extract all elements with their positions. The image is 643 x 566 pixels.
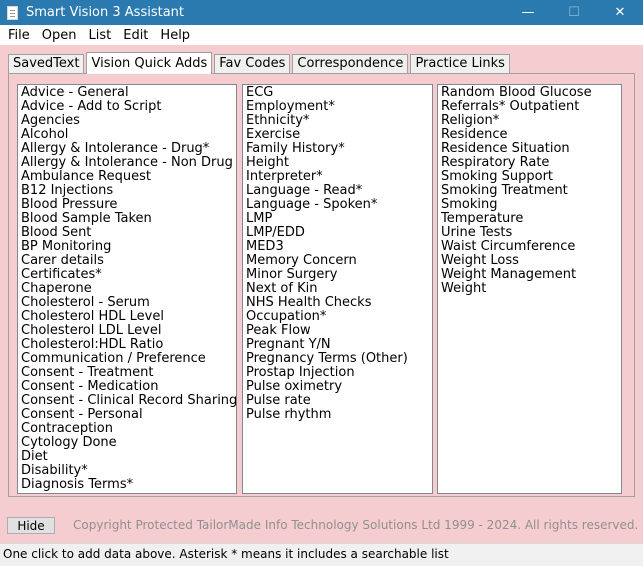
list-item[interactable]: Minor Surgery xyxy=(243,268,432,282)
close-icon[interactable]: ✕ xyxy=(597,0,643,25)
list-item[interactable]: Waist Circumference xyxy=(438,240,621,254)
list-item[interactable]: Pulse rhythm xyxy=(243,408,432,422)
list-item[interactable]: Memory Concern xyxy=(243,254,432,268)
list-item[interactable]: Disability* xyxy=(18,464,236,478)
list-item[interactable]: Cytology Done xyxy=(18,436,236,450)
list-item[interactable]: Ethnicity* xyxy=(243,114,432,128)
list-item[interactable]: Consent - Treatment xyxy=(18,366,236,380)
list-item[interactable]: BP Monitoring xyxy=(18,240,236,254)
menu-help[interactable]: Help xyxy=(154,28,196,43)
list-item[interactable]: Consent - Medication xyxy=(18,380,236,394)
list-item[interactable]: Smoking xyxy=(438,198,621,212)
list-item[interactable]: Consent - Clinical Record Sharing xyxy=(18,394,236,408)
list-item[interactable]: Pregnancy Terms (Other) xyxy=(243,352,432,366)
list-item[interactable]: Referrals* Outpatient xyxy=(438,100,621,114)
list-item[interactable]: Interpreter* xyxy=(243,170,432,184)
title-bar: Smart Vision 3 Assistant — ☐ ✕ xyxy=(0,0,643,25)
menu-open[interactable]: Open xyxy=(36,28,83,43)
list-item[interactable]: Pulse oximetry xyxy=(243,380,432,394)
list-item[interactable]: Alcohol xyxy=(18,128,236,142)
list-item[interactable]: Ambulance Request xyxy=(18,170,236,184)
tab-vision-quick-adds[interactable]: Vision Quick Adds xyxy=(86,52,213,74)
menu-bar: File Open List Edit Help xyxy=(0,25,643,45)
hide-button[interactable]: Hide xyxy=(7,517,55,534)
window-title: Smart Vision 3 Assistant xyxy=(26,5,185,20)
list-item[interactable]: B12 Injections xyxy=(18,184,236,198)
list-item[interactable]: MED3 xyxy=(243,240,432,254)
list-item[interactable]: Cholesterol HDL Level xyxy=(18,310,236,324)
copyright-text: Copyright Protected TailorMade Info Tech… xyxy=(73,518,639,532)
list-item[interactable]: LMP/EDD xyxy=(243,226,432,240)
list-item[interactable]: Communication / Preference xyxy=(18,352,236,366)
minimize-icon[interactable]: — xyxy=(505,0,551,25)
list-item[interactable]: Advice - General xyxy=(18,86,236,100)
list-item[interactable]: Allergy & Intolerance - Non Drug xyxy=(18,156,236,170)
list-item[interactable]: Cholesterol:HDL Ratio xyxy=(18,338,236,352)
tab-fav-codes[interactable]: Fav Codes xyxy=(214,54,291,73)
tab-strip: SavedText Vision Quick Adds Fav Codes Co… xyxy=(8,52,512,74)
list-item[interactable]: Respiratory Rate xyxy=(438,156,621,170)
list-item[interactable]: Weight xyxy=(438,282,621,296)
list-item[interactable]: Advice - Add to Script xyxy=(18,100,236,114)
list-item[interactable]: Contraception xyxy=(18,422,236,436)
list-item[interactable]: Consent - Personal xyxy=(18,408,236,422)
list-item[interactable]: NHS Health Checks xyxy=(243,296,432,310)
list-item[interactable]: Residence xyxy=(438,128,621,142)
window-controls: — ☐ ✕ xyxy=(505,0,643,25)
list-item[interactable]: Religion* xyxy=(438,114,621,128)
list-item[interactable]: Prostap Injection xyxy=(243,366,432,380)
list-item[interactable]: Language - Spoken* xyxy=(243,198,432,212)
list-item[interactable]: Blood Sent xyxy=(18,226,236,240)
list-item[interactable]: Pregnant Y/N xyxy=(243,338,432,352)
list-item[interactable]: Carer details xyxy=(18,254,236,268)
list-item[interactable]: Weight Loss xyxy=(438,254,621,268)
menu-file[interactable]: File xyxy=(2,28,36,43)
list-item[interactable]: Diagnosis Terms* xyxy=(18,478,236,492)
list-item[interactable]: Residence Situation xyxy=(438,142,621,156)
list-item[interactable]: Family History* xyxy=(243,142,432,156)
tab-practice-links[interactable]: Practice Links xyxy=(410,54,510,73)
list-item[interactable]: Allergy & Intolerance - Drug* xyxy=(18,142,236,156)
menu-edit[interactable]: Edit xyxy=(117,28,154,43)
tab-correspondence[interactable]: Correspondence xyxy=(292,54,409,73)
tab-panel-vision-quick-adds: Advice - General Advice - Add to Script Ag… xyxy=(8,73,635,497)
list-item[interactable]: Urine Tests xyxy=(438,226,621,240)
list-item[interactable]: Weight Management xyxy=(438,268,621,282)
list-item[interactable]: Agencies xyxy=(18,114,236,128)
quick-add-list-column-1[interactable]: Advice - General Advice - Add to Script Ag… xyxy=(17,84,237,494)
list-item[interactable]: Pulse rate xyxy=(243,394,432,408)
status-bar: One click to add data above. Asterisk * … xyxy=(0,543,643,566)
list-item[interactable]: Diet xyxy=(18,450,236,464)
list-item[interactable]: Cholesterol LDL Level xyxy=(18,324,236,338)
list-item[interactable]: Blood Pressure xyxy=(18,198,236,212)
list-item[interactable]: Temperature xyxy=(438,212,621,226)
maximize-icon: ☐ xyxy=(568,5,580,20)
list-item[interactable]: Language - Read* xyxy=(243,184,432,198)
list-item[interactable]: ECG xyxy=(243,86,432,100)
quick-add-list-column-3[interactable]: Random Blood Glucose Referrals* Outpatien… xyxy=(437,84,622,494)
menu-list[interactable]: List xyxy=(83,28,118,43)
list-item[interactable]: Height xyxy=(243,156,432,170)
list-item[interactable]: Employment* xyxy=(243,100,432,114)
tab-saved-text[interactable]: SavedText xyxy=(8,54,85,73)
list-item[interactable]: Certificates* xyxy=(18,268,236,282)
list-item[interactable]: Next of Kin xyxy=(243,282,432,296)
list-item[interactable]: Occupation* xyxy=(243,310,432,324)
quick-add-list-column-2[interactable]: ECG Employment* Ethnicity* Exercise Family H… xyxy=(242,84,433,494)
list-item[interactable]: Blood Sample Taken xyxy=(18,212,236,226)
list-item[interactable]: Cholesterol - Serum xyxy=(18,296,236,310)
list-item[interactable]: LMP xyxy=(243,212,432,226)
main-area: SavedText Vision Quick Adds Fav Codes Co… xyxy=(0,45,643,543)
list-item[interactable]: Peak Flow xyxy=(243,324,432,338)
list-item[interactable]: Smoking Support xyxy=(438,170,621,184)
list-item[interactable]: Random Blood Glucose xyxy=(438,86,621,100)
list-item[interactable]: Chaperone xyxy=(18,282,236,296)
list-item[interactable]: Smoking Treatment xyxy=(438,184,621,198)
app-icon xyxy=(7,5,18,20)
list-item[interactable]: Exercise xyxy=(243,128,432,142)
